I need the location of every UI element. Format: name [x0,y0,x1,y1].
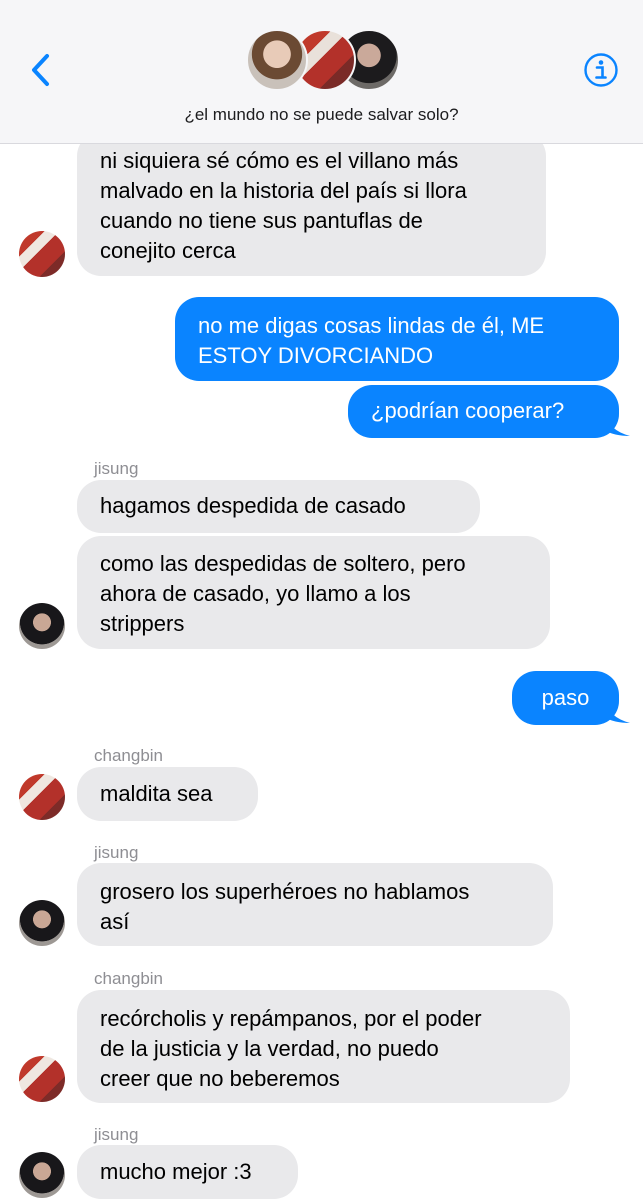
message-bubble[interactable]: grosero los superhéroes no hablamos así [77,863,553,946]
message-bubble[interactable]: paso [512,671,619,725]
avatar[interactable] [19,1152,65,1198]
chat-header: ¿el mundo no se puede salvar solo? [0,0,643,144]
avatar[interactable] [19,603,65,649]
message-line: recórcholis y repámpanos, por el poder [100,1006,482,1031]
bubble-tail [604,699,630,723]
avatar[interactable] [19,1056,65,1102]
sender-name: jisung [94,459,139,478]
message-line: mucho mejor :3 [100,1159,252,1184]
message-line: malvado en la historia del país si llora [100,178,467,203]
message-line: ni siquiera sé cómo es el villano más [100,148,459,173]
message-line: paso [541,685,590,710]
avatar[interactable] [19,900,65,946]
sender-name: jisung [94,1125,139,1144]
message-line: como las despedidas de soltero, pero [100,551,466,576]
message-line: ahora de casado, yo llamo a los [100,581,411,606]
avatar [246,29,308,91]
message-line: maldita sea [100,781,213,806]
info-circle-icon [584,53,618,87]
message-bubble[interactable]: recórcholis y repámpanos, por el poder d… [77,990,570,1103]
chat-title[interactable]: ¿el mundo no se puede salvar solo? [0,105,643,125]
message-line: así [100,909,130,934]
sender-name: jisung [94,843,139,862]
avatar[interactable] [19,231,65,277]
message-line: grosero los superhéroes no hablamos [100,879,470,904]
message-line: cuando no tiene sus pantuflas de [100,208,423,233]
sender-name: changbin [94,969,164,988]
message-line: creer que no beberemos [100,1066,340,1091]
message-bubble[interactable]: ni siquiera sé cómo es el villano más ma… [77,132,546,276]
message-bubble[interactable]: ¿podrían cooperar? [348,385,619,438]
group-avatars[interactable] [246,29,400,91]
message-bubble[interactable]: como las despedidas de soltero, pero aho… [77,536,550,649]
message-line: hagamos despedida de casado [100,493,406,518]
message-line: conejito cerca [100,238,236,263]
message-line: ¿podrían cooperar? [371,398,565,423]
message-bubble[interactable]: maldita sea [77,767,258,821]
info-button[interactable] [583,52,619,88]
sender-name: changbin [94,746,164,765]
message-line: strippers [100,611,185,636]
message-bubble[interactable]: hagamos despedida de casado [77,480,480,533]
chevron-left-icon [32,54,49,86]
message-bubble[interactable]: no me digas cosas lindas de él, ME ESTOY… [175,297,619,381]
avatar[interactable] [19,774,65,820]
message-bubble[interactable]: mucho mejor :3 [77,1145,298,1199]
message-line: de la justicia y la verdad, no puedo [100,1036,439,1061]
back-button[interactable] [22,50,62,90]
message-line: ESTOY DIVORCIANDO [198,343,434,368]
message-line: no me digas cosas lindas de él, ME [198,313,545,338]
bubble-tail [604,412,630,436]
